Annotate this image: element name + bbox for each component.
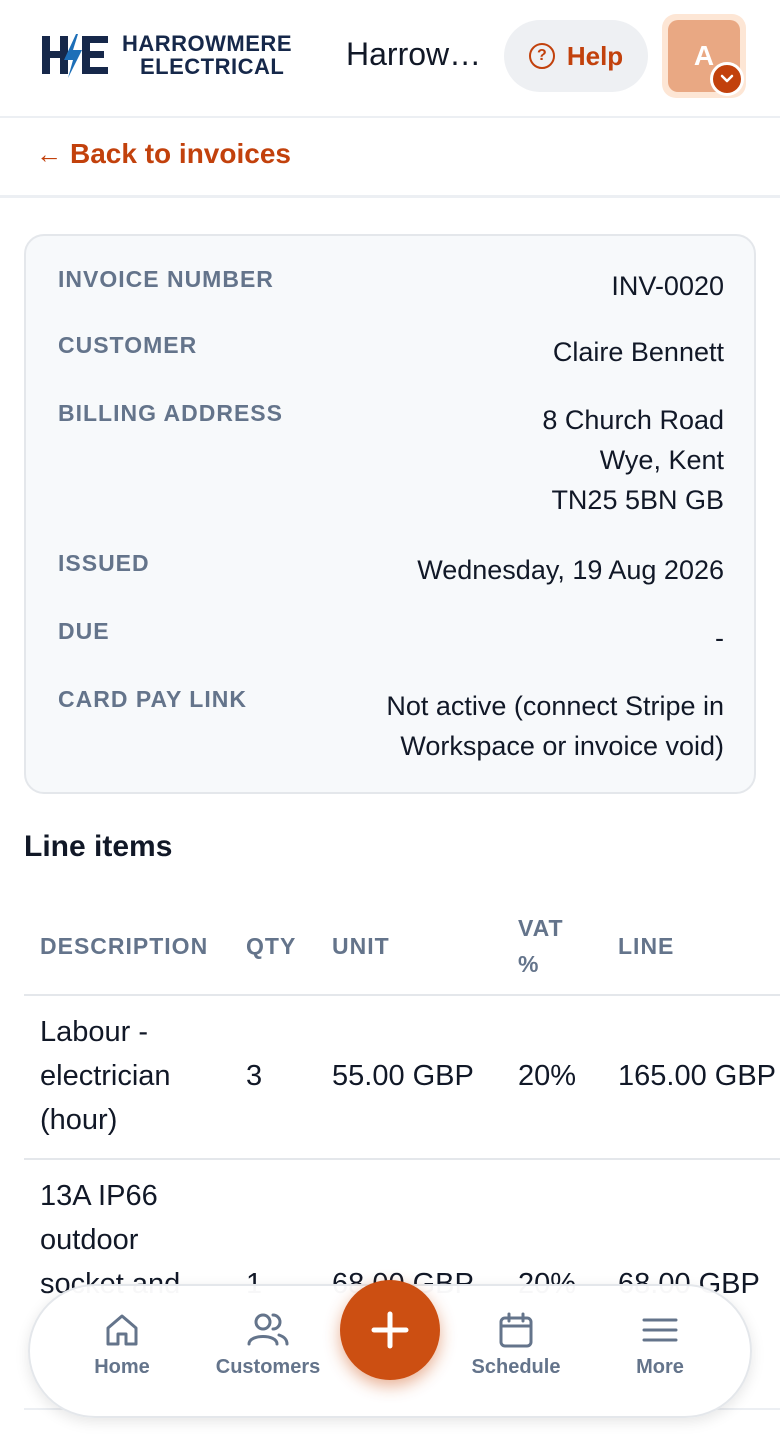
cell-vat: 20% <box>518 1060 577 1092</box>
detail-label: CUSTOMER <box>58 332 198 358</box>
brand-logo[interactable]: HARROWMERE ELECTRICAL <box>40 30 292 80</box>
nav-label-schedule: Schedule <box>471 1356 561 1378</box>
column-header-unit: UNIT <box>332 933 390 959</box>
nav-item-customers[interactable]: Customers <box>208 1310 328 1379</box>
cell-qty: 3 <box>246 1060 263 1092</box>
nav-label-home: Home <box>94 1356 150 1378</box>
users-icon <box>247 1313 289 1346</box>
nav-item-home[interactable]: Home <box>62 1310 182 1379</box>
billing-address-value: 8 Church Road Wye, Kent TN25 5BN GB <box>542 400 724 520</box>
detail-label: INVOICE NUMBER <box>58 266 274 292</box>
detail-row-billing-address: BILLING ADDRESS 8 Church Road Wye, Kent … <box>58 400 724 520</box>
workspace-name[interactable]: Harrowmere Electrical <box>346 36 486 73</box>
cell-description: 13A IP66 <box>40 1180 158 1212</box>
detail-row-card-pay-link: CARD PAY LINK Not active (connect Stripe… <box>58 686 724 766</box>
invoice-number-value: INV-0020 <box>611 271 724 301</box>
cell-unit: 55.00 GBP <box>332 1060 474 1092</box>
column-header-line: LINE <box>618 933 675 959</box>
card-pay-link-line: Not active (connect Stripe in <box>386 691 724 721</box>
nav-label-more: More <box>636 1356 684 1378</box>
detail-label: ISSUED <box>58 550 150 576</box>
detail-row-due: DUE - <box>58 618 724 658</box>
detail-label: DUE <box>58 618 110 644</box>
issued-date-value: Wednesday, 19 Aug 2026 <box>417 555 724 585</box>
billing-address-line: 8 Church Road <box>542 405 724 435</box>
detail-row-invoice-number: INVOICE NUMBER INV-0020 <box>58 266 724 306</box>
line-items-heading: Line items <box>24 830 173 863</box>
logo-mark-icon <box>42 34 108 78</box>
cell-description: (hour) <box>40 1104 118 1136</box>
card-pay-link-value: Not active (connect Stripe in Workspace … <box>386 686 724 766</box>
cell-description: Labour - <box>40 1016 149 1048</box>
column-header-qty: QTY <box>246 933 297 959</box>
cell-line-total: 165.00 GBP <box>618 1060 776 1092</box>
account-menu-button[interactable]: A <box>662 14 746 98</box>
brand-name-line2: ELECTRICAL <box>140 53 285 79</box>
nav-item-more[interactable]: More <box>600 1310 720 1379</box>
customer-value[interactable]: Claire Bennett <box>553 332 724 372</box>
detail-row-issued: ISSUED Wednesday, 19 Aug 2026 <box>58 550 724 590</box>
chevron-down-icon <box>710 62 744 96</box>
help-label: Help <box>566 40 624 71</box>
arrow-left-icon: ← <box>36 138 62 169</box>
help-icon: ? <box>528 43 555 69</box>
billing-address-line: TN25 5BN GB <box>551 485 724 515</box>
table-header: DESCRIPTION QTY UNIT VAT % LINE <box>24 900 780 996</box>
brand-name-line1: HARROWMERE <box>122 30 292 56</box>
cell-description: electrician <box>40 1060 171 1092</box>
detail-row-customer: CUSTOMER Claire Bennett <box>58 332 724 372</box>
table-row: Labour - electrician (hour) 3 55.00 GBP … <box>24 996 780 1160</box>
back-bar: ← Back to invoices <box>0 118 780 198</box>
detail-label: BILLING ADDRESS <box>58 400 283 426</box>
app-header: HARROWMERE ELECTRICAL Harrowmere Electri… <box>0 0 780 118</box>
nav-item-schedule[interactable]: Schedule <box>456 1310 576 1379</box>
column-header-description: DESCRIPTION <box>40 933 209 959</box>
menu-icon <box>642 1318 678 1342</box>
column-header-vat: VAT <box>518 915 564 941</box>
calendar-icon <box>499 1312 533 1348</box>
card-pay-link-line: Workspace or invoice void) <box>400 731 724 761</box>
plus-icon <box>371 1311 409 1349</box>
help-button[interactable]: ? Help <box>504 20 648 92</box>
detail-label: CARD PAY LINK <box>58 686 247 712</box>
back-to-invoices-link[interactable]: ← Back to invoices <box>36 138 291 170</box>
home-icon <box>106 1314 138 1346</box>
cell-description: outdoor <box>40 1224 139 1256</box>
invoice-details-card: INVOICE NUMBER INV-0020 CUSTOMER Claire … <box>24 234 756 794</box>
nav-label-customers: Customers <box>215 1356 321 1378</box>
column-header-vat-percent: % <box>518 951 540 977</box>
due-date-value: - <box>715 623 724 653</box>
create-new-button[interactable] <box>340 1280 440 1380</box>
back-link-label: Back to invoices <box>70 138 291 169</box>
billing-address-line: Wye, Kent <box>599 445 724 475</box>
